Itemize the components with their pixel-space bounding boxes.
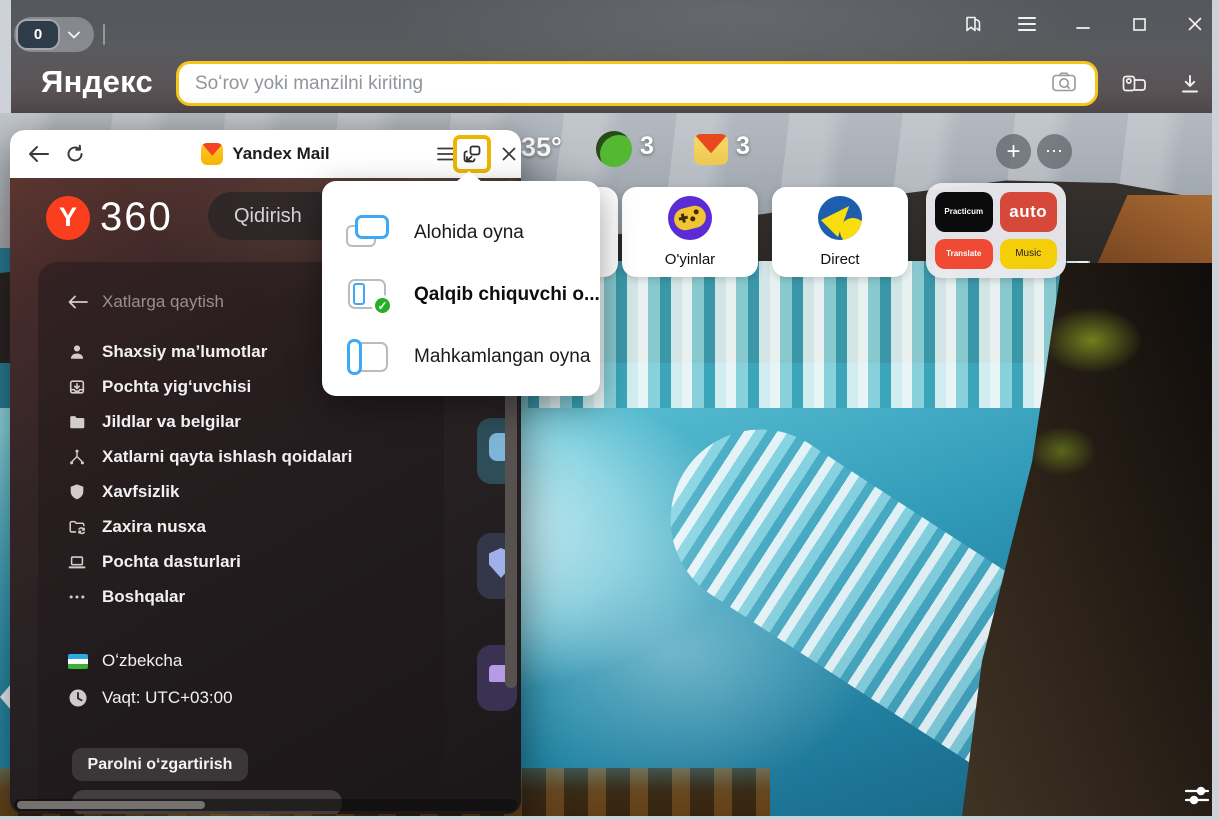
folder-icon <box>68 412 88 432</box>
sidebar-item-security[interactable]: Xavfsizlik <box>68 482 180 502</box>
sidebar-item-mail-collector[interactable]: Pochta yigʻuvchisi <box>68 377 251 397</box>
floating-window-icon: ✓ <box>346 275 394 315</box>
ellipsis-icon <box>68 587 88 607</box>
sidebar-item-mail-rules[interactable]: Xatlarni qayta ishlash qoidalari <box>68 447 352 467</box>
more-options-button[interactable]: ⋯ <box>1037 134 1072 169</box>
language-row[interactable]: Oʻzbekcha <box>68 651 182 671</box>
person-icon <box>68 342 88 362</box>
protect-passwords-icon[interactable] <box>1116 68 1152 100</box>
y360-logo: Y 360 <box>46 195 173 240</box>
back-icon[interactable] <box>26 142 52 166</box>
tile-translate[interactable]: Translate <box>935 239 993 270</box>
sidebar-item-backup[interactable]: Zaxira nusxa <box>68 517 206 537</box>
separate-window-icon <box>346 213 394 253</box>
sidebar-panel-icon[interactable] <box>958 10 988 38</box>
background-settings-icon[interactable] <box>1182 783 1214 811</box>
games-icon <box>668 196 712 240</box>
change-password-button[interactable]: Parolni oʻzgartirish <box>72 748 248 781</box>
add-widget-button[interactable]: + <box>996 134 1031 169</box>
mail-icon[interactable] <box>694 134 728 165</box>
back-to-mail-link[interactable]: Xatlarga qaytish <box>68 292 224 312</box>
uzbek-flag-icon <box>68 654 88 669</box>
direct-icon <box>818 196 862 240</box>
services-widget: Practicum auto Translate Music <box>926 183 1066 278</box>
menu-item-separate-window[interactable]: Alohida oyna <box>322 203 600 263</box>
horizontal-scrollbar-thumb[interactable] <box>17 801 205 809</box>
y360-logo-circle: Y <box>46 196 90 240</box>
messenger-badge: 3 <box>640 132 654 161</box>
popup-close-icon[interactable] <box>496 142 521 166</box>
reload-icon[interactable] <box>62 141 88 167</box>
browser-menu-icon[interactable] <box>1012 10 1042 38</box>
window-frame-bottom <box>0 816 1219 820</box>
rules-icon <box>68 447 88 467</box>
popup-header: Yandex Mail <box>10 130 521 178</box>
yandex-mail-favicon <box>201 143 223 165</box>
menu-item-floating-window[interactable]: ✓ Qalqib chiquvchi o... <box>322 265 600 325</box>
close-window-icon[interactable] <box>1180 10 1210 38</box>
yandex-logo[interactable]: Яндекс <box>41 64 153 100</box>
chevron-down-icon[interactable] <box>58 27 90 42</box>
maximize-icon[interactable] <box>1124 10 1154 38</box>
sidebar-item-others[interactable]: Boshqalar <box>68 587 185 607</box>
mail-badge: 3 <box>736 132 750 161</box>
tab-counter[interactable]: 0 <box>18 21 58 48</box>
shield-icon <box>68 482 88 502</box>
image-search-icon[interactable] <box>1051 71 1085 97</box>
downloads-icon[interactable] <box>1174 68 1206 100</box>
window-mode-icon-highlighted[interactable] <box>453 135 491 173</box>
tile-practicum[interactable]: Practicum <box>935 192 993 232</box>
browser-chrome: 0 Яндекс <box>0 0 1219 113</box>
shortcut-label: Direct <box>772 251 908 268</box>
sidebar-item-folders-labels[interactable]: Jildlar va belgilar <box>68 412 241 432</box>
tab-group[interactable]: 0 <box>14 17 94 52</box>
tab-divider <box>103 24 105 45</box>
arrow-left-icon <box>68 292 88 312</box>
weather-widget[interactable]: 35° <box>521 132 562 163</box>
clock-icon <box>68 688 88 708</box>
timezone-row[interactable]: Vaqt: UTC+03:00 <box>68 688 233 708</box>
tile-auto[interactable]: auto <box>1000 192 1058 232</box>
window-mode-menu: Alohida oyna ✓ Qalqib chiquvchi o... Mah… <box>322 181 600 396</box>
menu-pointer <box>456 171 482 182</box>
inbox-icon <box>68 377 88 397</box>
screen: 0 Яндекс <box>0 0 1219 820</box>
window-frame-left <box>0 0 11 113</box>
shortcut-direct[interactable]: Direct <box>772 187 908 277</box>
backup-icon <box>68 517 88 537</box>
search-button[interactable]: Qidirish <box>208 192 340 240</box>
horizontal-scrollbar[interactable] <box>14 799 517 811</box>
shortcut-games[interactable]: O'yinlar <box>622 187 758 277</box>
minimize-icon[interactable] <box>1068 10 1098 38</box>
pinned-window-icon <box>346 337 394 377</box>
search-bar[interactable] <box>176 61 1098 106</box>
tile-music[interactable]: Music <box>1000 239 1058 270</box>
window-frame-right <box>1212 0 1219 820</box>
sidebar-item-mail-clients[interactable]: Pochta dasturlari <box>68 552 241 572</box>
sidebar-item-personal-info[interactable]: Shaxsiy maʼlumotlar <box>68 342 267 362</box>
shortcut-label: O'yinlar <box>622 251 758 268</box>
search-input[interactable] <box>179 73 1051 95</box>
messenger-icon[interactable] <box>596 131 632 167</box>
menu-item-pinned-window[interactable]: Mahkamlangan oyna <box>322 327 600 387</box>
selected-check-icon: ✓ <box>372 295 393 316</box>
laptop-icon <box>68 552 88 572</box>
